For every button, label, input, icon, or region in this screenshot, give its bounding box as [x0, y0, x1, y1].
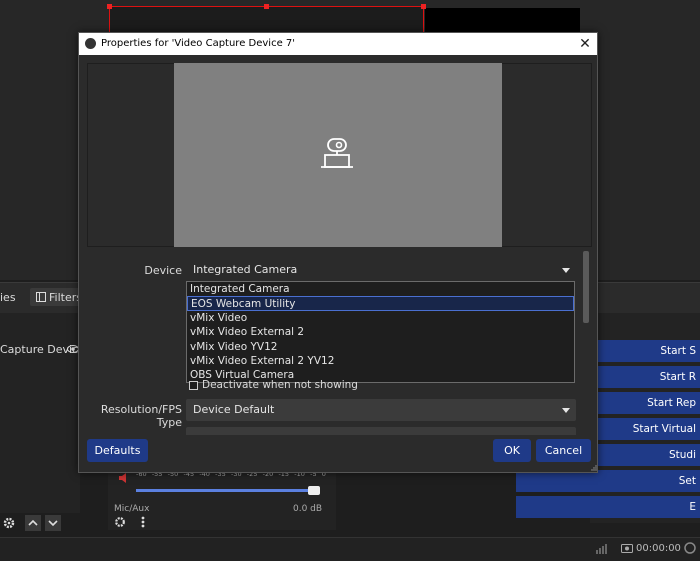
- resolution-fps-type-dropdown[interactable]: Device Default: [186, 399, 576, 421]
- webcam-icon: [321, 138, 353, 168]
- device-dropdown[interactable]: Integrated Camera: [186, 259, 576, 281]
- dropdown-arrow-icon: [562, 268, 570, 273]
- cancel-button[interactable]: Cancel: [536, 439, 591, 462]
- properties-dialog: Properties for 'Video Capture Device 7' …: [78, 32, 598, 473]
- device-option[interactable]: vMix Video External 2: [187, 325, 574, 339]
- filters-icon: [36, 292, 46, 302]
- resolution-fps-type-label: Resolution/FPS Type: [100, 403, 182, 429]
- device-option[interactable]: vMix Video YV12: [187, 340, 574, 354]
- device-label: Device: [144, 264, 182, 277]
- device-option[interactable]: Integrated Camera: [187, 282, 574, 296]
- defaults-button[interactable]: Defaults: [87, 439, 148, 462]
- mute-speaker-icon[interactable]: [118, 472, 130, 484]
- gear-icon[interactable]: [3, 517, 15, 529]
- dropdown-arrow-icon: [562, 408, 570, 413]
- move-down-button[interactable]: [45, 515, 61, 531]
- deactivate-checkbox-label: Deactivate when not showing: [202, 379, 358, 391]
- volume-slider-track[interactable]: [136, 489, 316, 492]
- ok-button[interactable]: OK: [493, 439, 531, 462]
- resize-grip-icon[interactable]: [591, 465, 597, 471]
- obs-logo-icon: [85, 38, 96, 49]
- mixer-track-db: 0.0 dB: [293, 504, 323, 514]
- stream-timer: 00:00:00: [636, 543, 681, 554]
- mixer-toolbar: [110, 513, 158, 531]
- filters-button[interactable]: Filters: [30, 288, 82, 306]
- volume-slider-handle[interactable]: [308, 486, 320, 495]
- resize-handle[interactable]: [421, 4, 426, 9]
- cpu-indicator-icon: [684, 542, 696, 554]
- device-dropdown-value: Integrated Camera: [193, 263, 298, 276]
- dialog-titlebar[interactable]: Properties for 'Video Capture Device 7' …: [79, 33, 597, 55]
- source-preview: [174, 63, 502, 247]
- device-option[interactable]: vMix Video: [187, 311, 574, 325]
- recording-indicator-icon: [621, 544, 633, 553]
- device-option-highlighted[interactable]: EOS Webcam Utility: [187, 296, 574, 311]
- advanced-audio-gear-icon[interactable]: [113, 516, 127, 528]
- resize-handle[interactable]: [264, 4, 269, 9]
- exit-button[interactable]: E: [516, 496, 700, 518]
- close-icon: ✕: [579, 36, 591, 52]
- dialog-title: Properties for 'Video Capture Device 7': [101, 38, 296, 49]
- signal-bars-icon: [596, 544, 607, 554]
- resize-handle[interactable]: [107, 4, 112, 9]
- status-bar: 00:00:00: [0, 537, 700, 561]
- settings-button[interactable]: Set: [516, 470, 700, 492]
- move-up-button[interactable]: [25, 515, 41, 531]
- resolution-dropdown-value: Device Default: [193, 403, 275, 416]
- close-button[interactable]: ✕: [577, 35, 593, 53]
- resolution-dropdown-partial[interactable]: [186, 427, 576, 435]
- chevron-down-icon: [48, 520, 58, 527]
- sources-toolbar: [0, 513, 70, 533]
- more-options-icon[interactable]: [140, 515, 146, 529]
- device-options-list[interactable]: Integrated Camera EOS Webcam Utility vMi…: [186, 281, 575, 383]
- deactivate-checkbox[interactable]: [189, 381, 198, 390]
- properties-scrollbar[interactable]: [583, 251, 589, 323]
- sources-panel: Capture Device: [0, 313, 85, 513]
- chevron-up-icon: [28, 519, 38, 526]
- device-option[interactable]: vMix Video External 2 YV12: [187, 354, 574, 368]
- sources-tab[interactable]: ies: [0, 291, 16, 304]
